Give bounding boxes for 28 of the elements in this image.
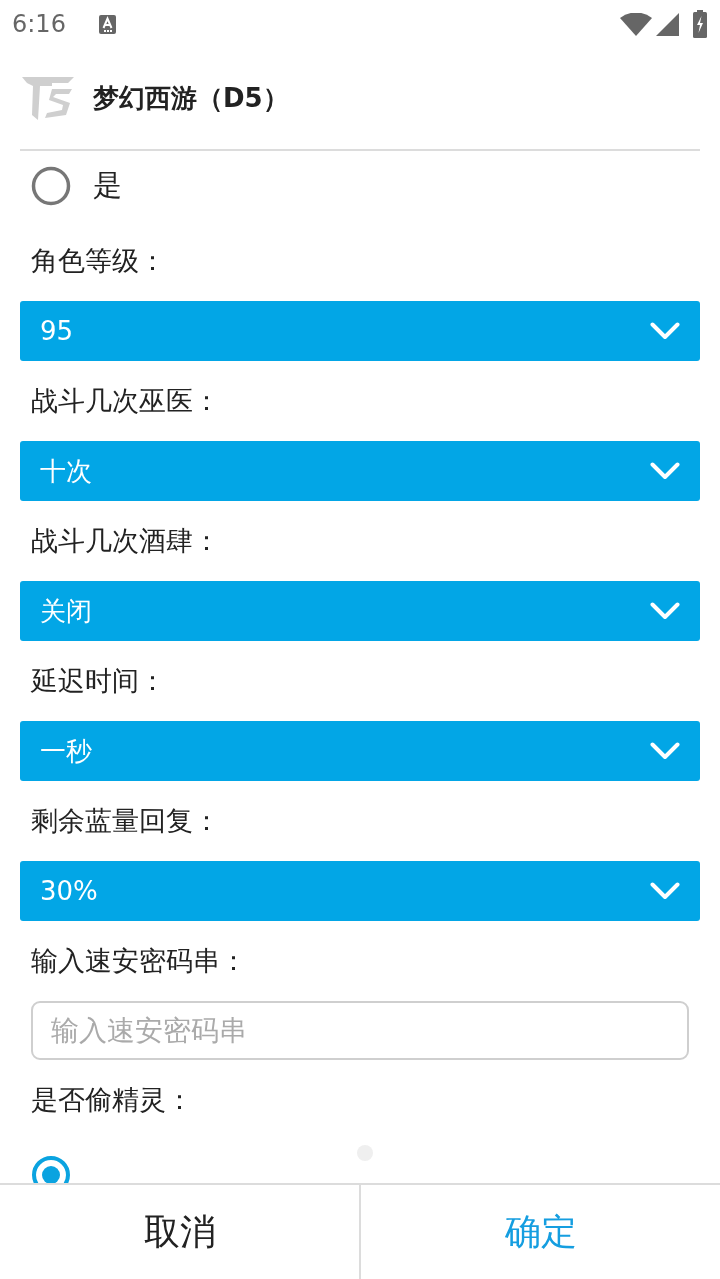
notification-icon <box>98 14 116 34</box>
chevron-down-icon <box>650 462 680 480</box>
radio-selected-icon[interactable] <box>31 1155 71 1183</box>
field-label: 战斗几次酒肆： <box>30 523 221 558</box>
radio-option-label[interactable]: 是 <box>93 164 122 208</box>
status-time: 6:16 <box>12 12 66 36</box>
radio-icon[interactable] <box>31 166 71 206</box>
dropdown-select[interactable]: 十次 <box>20 441 700 501</box>
chevron-down-icon <box>650 602 680 620</box>
dropdown-select[interactable]: 30% <box>20 861 700 921</box>
chevron-down-icon <box>650 882 680 900</box>
dropdown-select[interactable]: 关闭 <box>20 581 700 641</box>
chevron-down-icon <box>650 742 680 760</box>
dropdown-select[interactable]: 一秒 <box>20 721 700 781</box>
field-label: 剩余蓝量回复： <box>30 803 221 838</box>
input-field[interactable]: 输入速安密码串 <box>31 1001 689 1060</box>
field-label: 延迟时间： <box>30 663 167 698</box>
dropdown-select[interactable]: 95 <box>20 301 700 361</box>
wifi-icon <box>620 12 652 36</box>
field-label: 是否偷精灵： <box>30 1082 194 1117</box>
battery-icon <box>693 10 707 38</box>
field-label: 战斗几次巫医： <box>30 383 221 418</box>
chevron-down-icon <box>650 322 680 340</box>
field-label: 角色等级： <box>30 243 167 278</box>
logo-icon <box>22 77 75 120</box>
signal-icon <box>656 12 679 36</box>
field-label: 输入速安密码串： <box>30 943 248 978</box>
app-title: 梦幻西游（D5） <box>93 82 289 115</box>
